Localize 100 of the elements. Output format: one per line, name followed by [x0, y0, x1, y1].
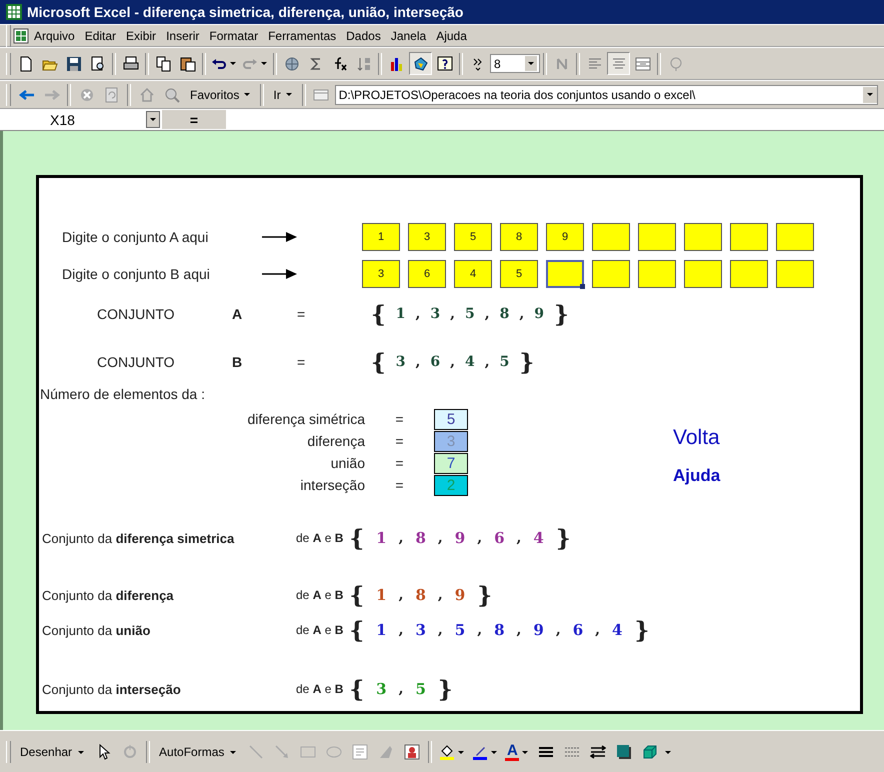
- new-file-icon[interactable]: [18, 56, 34, 72]
- caret-icon[interactable]: [243, 92, 252, 97]
- sort-icon[interactable]: [356, 56, 372, 72]
- printer-icon[interactable]: [122, 56, 138, 72]
- input-cell[interactable]: [776, 260, 814, 288]
- caret-icon[interactable]: [284, 92, 293, 97]
- address-field[interactable]: D:\PROJETOS\Operacoes na teoria dos conjuntos usando o excel\: [334, 84, 878, 104]
- set-element: 8: [415, 586, 426, 604]
- set-element: 6: [430, 354, 440, 370]
- menu-item[interactable]: Ajuda: [431, 26, 472, 44]
- caret-icon[interactable]: [229, 750, 238, 754]
- shadow-icon[interactable]: [616, 744, 632, 760]
- caret-icon[interactable]: [866, 92, 874, 97]
- link[interactable]: Volta: [673, 426, 720, 456]
- input-cell[interactable]: [684, 223, 722, 251]
- input-cell[interactable]: [730, 260, 768, 288]
- comma: ,: [477, 530, 482, 546]
- comma: ,: [438, 530, 443, 546]
- set-name: A: [232, 306, 244, 322]
- autoshapes-menu[interactable]: AutoFormas: [155, 743, 242, 761]
- help-icon[interactable]: [436, 56, 452, 72]
- caret-icon[interactable]: [229, 61, 237, 66]
- line-style-icon[interactable]: [538, 744, 554, 760]
- input-cell[interactable]: [592, 223, 630, 251]
- set-element: 1: [376, 621, 387, 639]
- arrow-style-icon[interactable]: [590, 744, 606, 760]
- menu-item[interactable]: Exibir: [121, 26, 162, 44]
- set-element: 6: [494, 529, 505, 547]
- input-cell[interactable]: 4: [454, 260, 492, 288]
- open-brace: {: [371, 300, 386, 328]
- app-icon: [6, 4, 22, 20]
- globe-icon[interactable]: [284, 56, 300, 72]
- font-color-button[interactable]: A: [505, 744, 520, 760]
- caret-icon[interactable]: [260, 61, 268, 66]
- align-center-icon[interactable]: [610, 56, 626, 72]
- count-value: 3: [434, 430, 468, 452]
- menu-item[interactable]: Janela: [386, 26, 432, 44]
- caret-icon[interactable]: [149, 117, 157, 122]
- count-label: interseção: [299, 477, 365, 493]
- input-cell[interactable]: 6: [408, 260, 446, 288]
- comma: ,: [438, 587, 443, 603]
- set-element: 4: [533, 529, 544, 547]
- font-size-field[interactable]: 8: [490, 54, 540, 73]
- print-preview-icon[interactable]: [90, 56, 106, 72]
- merge-cells-icon[interactable]: [634, 56, 650, 72]
- fill-bucket-icon[interactable]: [439, 744, 456, 760]
- comma: ,: [516, 530, 522, 546]
- set-label: CONJUNTO: [96, 354, 176, 370]
- input-cell[interactable]: [592, 260, 630, 288]
- clip-art-icon[interactable]: [404, 744, 420, 760]
- input-cell[interactable]: 1: [362, 223, 400, 251]
- input-cell[interactable]: 5: [454, 223, 492, 251]
- input-cell[interactable]: 9: [546, 223, 584, 251]
- align-left-icon[interactable]: [586, 56, 602, 72]
- caret-icon[interactable]: [664, 750, 672, 754]
- input-cell[interactable]: [684, 260, 722, 288]
- menu-item[interactable]: Formatar: [204, 26, 264, 44]
- window-title: Microsoft Excel - diferença simetrica, diferença, união, interseção: [27, 4, 464, 20]
- document-icon[interactable]: [13, 28, 29, 44]
- caret-icon[interactable]: [457, 750, 466, 754]
- input-cell[interactable]: [546, 260, 584, 288]
- save-icon[interactable]: [66, 56, 82, 72]
- result-label: Conjunto da união: [41, 622, 152, 638]
- menu-item[interactable]: Editar: [80, 26, 122, 44]
- caret-icon[interactable]: [521, 750, 530, 754]
- menu-item[interactable]: Arquivo: [29, 26, 80, 44]
- set-element: 9: [454, 586, 466, 604]
- menu-item[interactable]: Inserir: [161, 26, 204, 44]
- set-element: 3: [430, 306, 440, 322]
- draw-menu[interactable]: Desenhar: [16, 743, 90, 761]
- 3d-icon[interactable]: [642, 744, 658, 760]
- favorites-menu[interactable]: Favoritos: [185, 86, 256, 104]
- input-cell[interactable]: 3: [362, 260, 400, 288]
- copy-icon[interactable]: [156, 56, 172, 72]
- input-cell[interactable]: [638, 223, 676, 251]
- result-label: de A e B: [296, 531, 344, 545]
- caret-icon[interactable]: [77, 750, 86, 754]
- close-brace: }: [477, 582, 492, 608]
- close-brace: }: [519, 348, 534, 376]
- set-element: 6: [572, 621, 584, 639]
- menu-item[interactable]: Dados: [341, 26, 386, 44]
- link[interactable]: Ajuda: [673, 466, 720, 486]
- comma: ,: [398, 587, 404, 603]
- input-label: Digite o conjunto B aqui: [61, 266, 211, 282]
- input-cell[interactable]: 5: [500, 260, 538, 288]
- line-color-icon[interactable]: [472, 744, 488, 760]
- input-cell[interactable]: [730, 223, 768, 251]
- chart-icon[interactable]: [388, 56, 404, 72]
- set-element: 1: [376, 586, 387, 604]
- input-cell[interactable]: [638, 260, 676, 288]
- go-menu[interactable]: Ir: [268, 86, 298, 104]
- input-cell[interactable]: 3: [408, 223, 446, 251]
- arrow-icon: [262, 268, 298, 280]
- caret-icon[interactable]: [527, 61, 535, 66]
- input-cell[interactable]: 8: [500, 223, 538, 251]
- menu-item[interactable]: Ferramentas: [263, 26, 342, 44]
- caret-icon[interactable]: [490, 750, 498, 754]
- input-cell[interactable]: [776, 223, 814, 251]
- name-box[interactable]: X18: [0, 110, 160, 129]
- paste-icon[interactable]: [180, 56, 196, 72]
